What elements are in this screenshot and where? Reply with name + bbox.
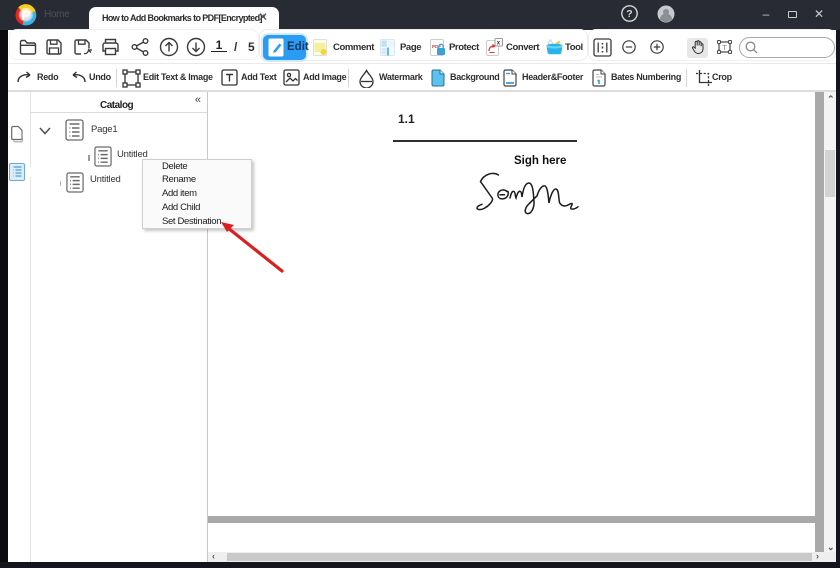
- svg-text:P: P: [21, 8, 30, 23]
- svg-text:?: ?: [626, 8, 632, 20]
- svg-text:T: T: [722, 43, 727, 52]
